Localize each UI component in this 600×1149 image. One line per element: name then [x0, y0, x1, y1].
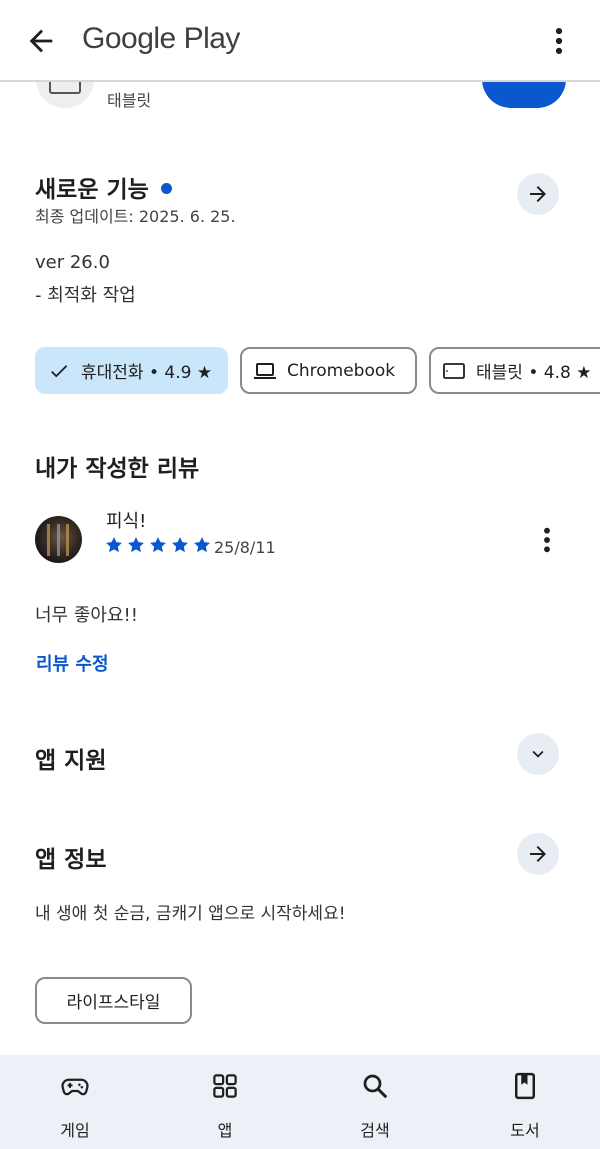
- chip-chromebook[interactable]: Chromebook: [240, 347, 417, 394]
- new-indicator-dot: [160, 183, 172, 194]
- app-info-title: 앱 정보: [35, 847, 107, 873]
- nav-games-label: 게임: [60, 1121, 90, 1140]
- my-review-title: 내가 작성한 리뷰: [35, 456, 200, 482]
- edit-review-link[interactable]: 리뷰 수정: [36, 650, 109, 676]
- app-support-expand-button[interactable]: [517, 733, 559, 775]
- laptop-icon: [254, 362, 276, 379]
- nav-apps[interactable]: 앱: [150, 1055, 300, 1149]
- nav-search-label: 검색: [360, 1121, 390, 1140]
- chip-tablet[interactable]: 태블릿 • 4.8 ★: [429, 347, 600, 394]
- nav-books[interactable]: 도서: [450, 1055, 600, 1149]
- release-notes: - 최적화 작업: [35, 285, 136, 306]
- search-icon: [363, 1074, 388, 1099]
- star-icon: [106, 537, 122, 553]
- apps-grid-icon: [213, 1074, 237, 1098]
- star-icon: [194, 537, 210, 553]
- app-description: 내 생애 첫 순금, 금캐기 앱으로 시작하세요!: [35, 904, 346, 924]
- arrow-forward-icon: [530, 846, 546, 862]
- arrow-back-icon[interactable]: [24, 24, 58, 58]
- arrow-forward-icon: [530, 186, 546, 202]
- app-support-title: 앱 지원: [35, 748, 107, 774]
- nav-search[interactable]: 검색: [300, 1055, 450, 1149]
- avatar: [35, 516, 82, 563]
- tablet-device-label: 태블릿: [107, 91, 152, 110]
- star-icon: [172, 537, 188, 553]
- whats-new-title: 새로운 기능: [35, 177, 149, 203]
- chip-chromebook-label: Chromebook: [287, 360, 396, 381]
- chevron-down-icon: [532, 750, 544, 758]
- review-more-icon[interactable]: [531, 522, 563, 558]
- gamepad-icon: [61, 1078, 89, 1096]
- review-date: 25/8/11: [214, 538, 276, 557]
- chip-phone[interactable]: 휴대전화 • 4.9 ★: [35, 347, 228, 394]
- star-icon: [128, 537, 144, 553]
- category-tag[interactable]: 라이프스타일: [35, 977, 192, 1024]
- book-icon: [515, 1072, 535, 1100]
- app-bar-title: Google Play: [82, 22, 240, 55]
- star-rating: [104, 535, 212, 555]
- whats-new-arrow-button[interactable]: [517, 173, 559, 215]
- nav-apps-label: 앱: [217, 1121, 233, 1140]
- last-updated: 최종 업데이트: 2025. 6. 25.: [35, 207, 236, 226]
- bottom-navigation: 게임 앱 검색 도서: [0, 1055, 600, 1149]
- chip-phone-label: 휴대전화 • 4.9 ★: [81, 363, 213, 383]
- chip-tablet-label: 태블릿 • 4.8 ★: [476, 363, 592, 383]
- more-vert-icon[interactable]: [542, 24, 576, 58]
- whats-new-heading: 새로운 기능: [35, 170, 172, 204]
- version-text: ver 26.0: [35, 252, 110, 273]
- app-info-arrow-button[interactable]: [517, 833, 559, 875]
- reviewer-name: 피식!: [106, 511, 147, 532]
- nav-games[interactable]: 게임: [0, 1055, 150, 1149]
- check-icon: [51, 364, 68, 377]
- review-text: 너무 좋아요!!: [35, 605, 138, 626]
- star-icon: [150, 537, 166, 553]
- nav-books-label: 도서: [510, 1121, 540, 1140]
- tablet-icon: [443, 362, 465, 379]
- app-bar: Google Play: [0, 0, 600, 82]
